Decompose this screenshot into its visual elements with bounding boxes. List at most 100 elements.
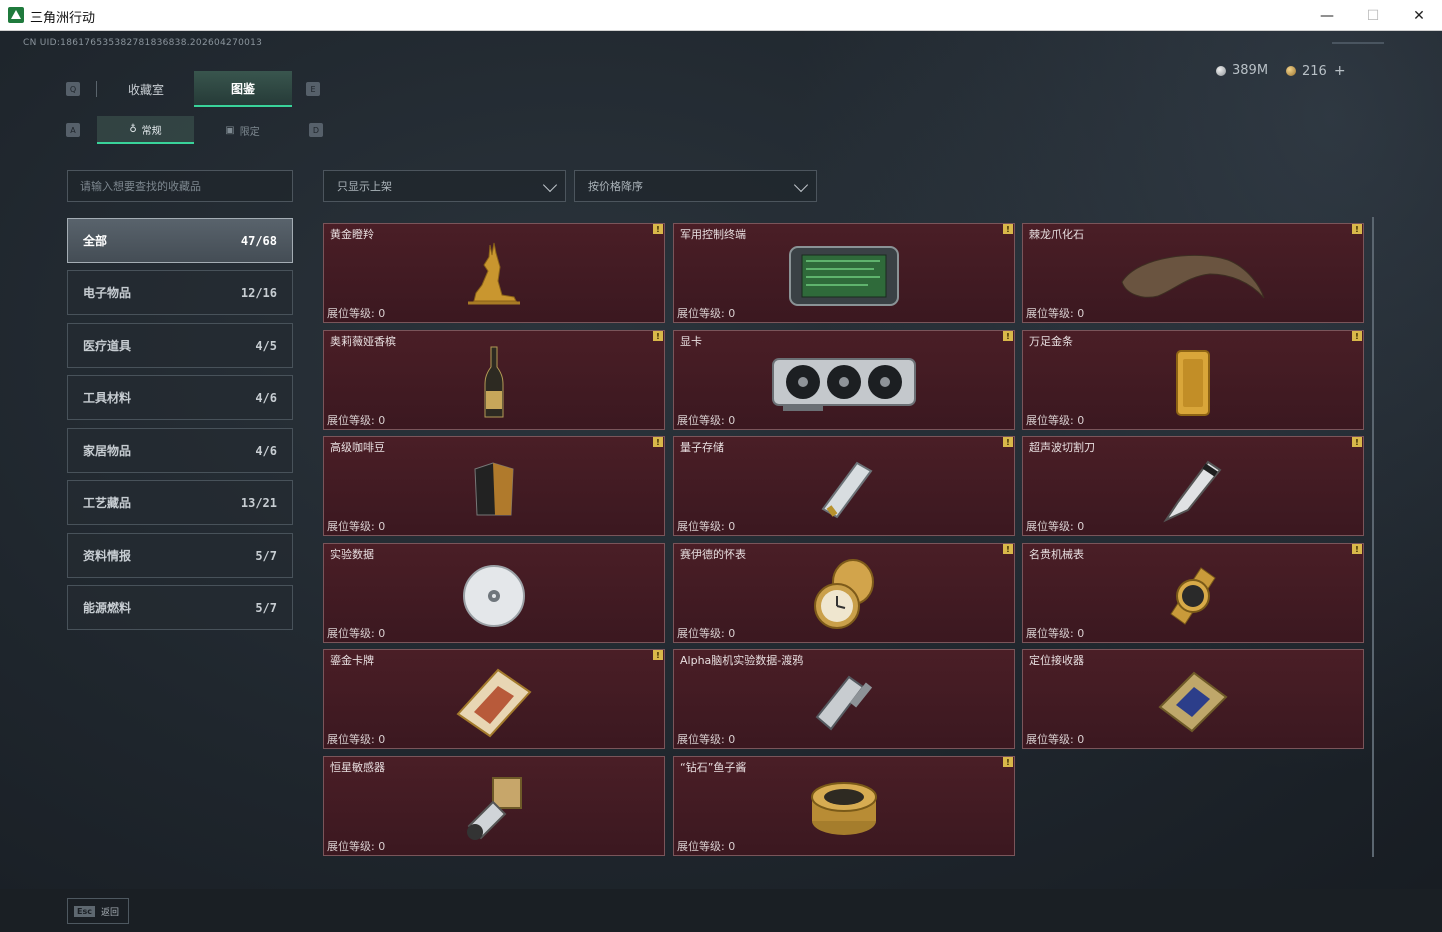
category-label: 能源燃料 xyxy=(83,601,132,615)
category-tools[interactable]: 工具材料 4/6 xyxy=(67,375,293,420)
category-all[interactable]: 全部 47/68 xyxy=(67,218,293,263)
category-label: 工艺藏品 xyxy=(83,496,132,510)
display-level: 展位等级: 0 xyxy=(677,520,736,533)
collectible-card[interactable]: 高级咖啡豆 ! 展位等级: 0 xyxy=(323,436,665,536)
sort-dropdown[interactable]: 按价格降序 xyxy=(574,170,817,202)
category-intel[interactable]: 资料情报 5/7 xyxy=(67,533,293,578)
category-electronics[interactable]: 电子物品 12/16 xyxy=(67,270,293,315)
gold-currency[interactable]: 216 + xyxy=(1286,63,1346,79)
add-currency-button[interactable]: + xyxy=(1334,63,1346,79)
collectible-card[interactable]: 鎏金卡牌 ! 展位等级: 0 xyxy=(323,649,665,749)
item-name: 鎏金卡牌 xyxy=(330,654,374,667)
close-button[interactable]: ✕ xyxy=(1396,0,1442,31)
new-badge: ! xyxy=(1352,544,1362,554)
subtab-limited[interactable]: ▣ 限定 xyxy=(194,116,291,144)
grid-scrollbar[interactable] xyxy=(1372,217,1374,857)
collectible-card[interactable]: 军用控制终端 ! 展位等级: 0 xyxy=(673,223,1015,323)
gold-coin-icon xyxy=(1286,66,1296,76)
collectible-card[interactable]: “钻石”鱼子酱 ! 展位等级: 0 xyxy=(673,756,1015,856)
new-badge: ! xyxy=(1352,437,1362,447)
item-name: 高级咖啡豆 xyxy=(330,441,385,454)
item-name: Alpha脑机实验数据-渡鸦 xyxy=(680,654,804,667)
collectible-card[interactable]: 超声波切割刀 ! 展位等级: 0 xyxy=(1022,436,1364,536)
maximize-button[interactable]: ☐ xyxy=(1350,0,1396,31)
collectible-card[interactable]: 恒星敏感器 展位等级: 0 xyxy=(323,756,665,856)
minimize-button[interactable]: — xyxy=(1304,0,1350,31)
category-label: 工具材料 xyxy=(83,391,132,405)
data-capsule-icon xyxy=(815,675,873,731)
collectible-card[interactable]: 量子存储 ! 展位等级: 0 xyxy=(673,436,1015,536)
collectible-card[interactable]: 棘龙爪化石 ! 展位等级: 0 xyxy=(1022,223,1364,323)
item-name: 奥莉薇娅香槟 xyxy=(330,335,396,348)
collectible-card[interactable]: 显卡 ! 展位等级: 0 xyxy=(673,330,1015,430)
category-medical[interactable]: 医疗道具 4/5 xyxy=(67,323,293,368)
caviar-tin-icon xyxy=(811,782,877,835)
champagne-bottle-icon xyxy=(484,346,504,418)
key-hint-e: E xyxy=(306,82,320,96)
item-name: 恒星敏感器 xyxy=(330,761,385,774)
chevron-down-icon xyxy=(793,177,809,193)
window-titlebar: 三角洲行动 — ☐ ✕ xyxy=(0,0,1442,31)
subtab-regular-label: 常规 xyxy=(141,125,162,137)
collectible-card[interactable]: 奥莉薇娅香槟 ! 展位等级: 0 xyxy=(323,330,665,430)
new-badge: ! xyxy=(1003,437,1013,447)
back-button[interactable]: Esc 返回 xyxy=(67,898,129,924)
new-badge: ! xyxy=(653,331,663,341)
display-level: 展位等级: 0 xyxy=(677,627,736,640)
category-crafts[interactable]: 工艺藏品 13/21 xyxy=(67,480,293,525)
display-level: 展位等级: 0 xyxy=(1026,307,1085,320)
display-level: 展位等级: 0 xyxy=(677,414,736,427)
display-level: 展位等级: 0 xyxy=(677,307,736,320)
item-name: 赛伊德的怀表 xyxy=(680,548,746,561)
item-name: 万足金条 xyxy=(1029,335,1073,348)
silver-amount: 389M xyxy=(1232,63,1269,78)
collectible-card[interactable]: 万足金条 ! 展位等级: 0 xyxy=(1022,330,1364,430)
ultrasonic-cutter-icon xyxy=(1163,460,1222,523)
search-input[interactable]: 请输入想要查找的收藏品 xyxy=(67,170,293,202)
shelf-filter-dropdown[interactable]: 只显示上架 xyxy=(323,170,566,202)
display-level: 展位等级: 0 xyxy=(327,307,386,320)
gold-amount: 216 xyxy=(1302,63,1327,79)
collectible-card[interactable]: 定位接收器 展位等级: 0 xyxy=(1022,649,1364,749)
display-level: 展位等级: 0 xyxy=(1026,733,1085,746)
luxury-watch-icon xyxy=(1170,567,1216,625)
golden-gazelle-icon xyxy=(468,242,520,305)
subtab-limited-label: 限定 xyxy=(239,126,260,138)
item-name: 黄金瞪羚 xyxy=(330,228,374,241)
item-name: 显卡 xyxy=(680,335,702,348)
quantum-storage-icon xyxy=(821,461,873,519)
collectible-card[interactable]: 赛伊德的怀表 ! 展位等级: 0 xyxy=(673,543,1015,643)
collectible-card[interactable]: 黄金瞪羚 ! 展位等级: 0 xyxy=(323,223,665,323)
display-level: 展位等级: 0 xyxy=(327,627,386,640)
subtab-regular[interactable]: ♁ 常规 xyxy=(97,116,194,144)
collectible-card[interactable]: 实验数据 展位等级: 0 xyxy=(323,543,665,643)
category-count: 4/5 xyxy=(255,338,277,353)
category-household[interactable]: 家居物品 4/6 xyxy=(67,428,293,473)
collectible-card[interactable]: 名贵机械表 ! 展位等级: 0 xyxy=(1022,543,1364,643)
display-level: 展位等级: 0 xyxy=(1026,627,1085,640)
item-name: 实验数据 xyxy=(330,548,374,561)
new-badge: ! xyxy=(1003,757,1013,767)
gold-bar-icon xyxy=(1176,350,1210,416)
category-label: 全部 xyxy=(83,234,108,248)
new-badge: ! xyxy=(1003,331,1013,341)
new-badge: ! xyxy=(1003,544,1013,554)
category-fuel[interactable]: 能源燃料 5/7 xyxy=(67,585,293,630)
collectible-card[interactable]: Alpha脑机实验数据-渡鸦 展位等级: 0 xyxy=(673,649,1015,749)
category-count: 47/68 xyxy=(240,233,277,248)
display-level: 展位等级: 0 xyxy=(327,414,386,427)
chevron-down-icon xyxy=(542,177,558,193)
tab-collection-room[interactable]: 收藏室 xyxy=(97,71,195,107)
spinosaurus-claw-icon xyxy=(1121,254,1265,299)
category-count: 5/7 xyxy=(255,600,277,615)
item-name: 超声波切割刀 xyxy=(1029,441,1095,454)
top-divider xyxy=(1332,42,1384,44)
category-label: 家居物品 xyxy=(83,444,132,458)
pocket-watch-icon xyxy=(814,559,874,629)
military-terminal-icon xyxy=(789,246,899,306)
new-badge: ! xyxy=(1352,224,1362,234)
item-name: 军用控制终端 xyxy=(680,228,746,241)
item-name: 量子存储 xyxy=(680,441,724,454)
tab-codex[interactable]: 图鉴 xyxy=(194,71,292,107)
display-level: 展位等级: 0 xyxy=(327,733,386,746)
